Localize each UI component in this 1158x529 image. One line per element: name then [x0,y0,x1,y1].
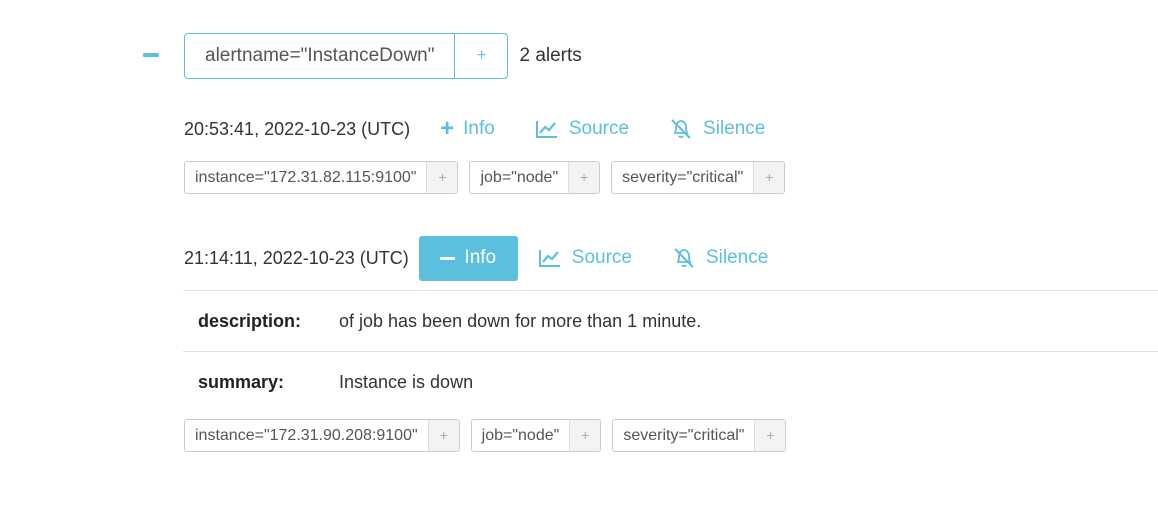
collapse-group-button[interactable] [141,44,161,66]
annotation-value: of job has been down for more than 1 min… [339,310,702,331]
info-button-label: Info [464,247,497,268]
source-button[interactable]: Source [538,247,632,269]
annotation-key: description: [198,310,302,331]
label-chip-add-button[interactable]: + [569,420,601,451]
group-label: alertname="InstanceDown" + [184,33,509,79]
label-chip: instance="172.31.82.115:9100" + [184,161,459,194]
minus-icon [143,53,159,57]
minus-icon [440,256,456,260]
silence-button[interactable]: Silence [669,118,765,140]
annotation-key: summary: [198,371,285,392]
annotation-value: Instance is down [339,371,474,392]
alert-count: 2 alerts [519,45,582,66]
label-chip-text[interactable]: severity="critical" [612,162,753,193]
label-chip-text[interactable]: instance="172.31.90.208:9100" [185,420,428,451]
annotations-table: description: of job has been down for mo… [183,290,1158,412]
label-chip: severity="critical" + [611,161,786,194]
label-chip-text[interactable]: job="node" [472,420,570,451]
group-label-add-button[interactable]: + [454,34,507,78]
label-chip-add-button[interactable]: + [754,420,786,451]
label-chip-add-button[interactable]: + [568,162,600,193]
silence-button-label: Silence [706,247,769,268]
alert-header-row: 20:53:41, 2022-10-23 (UTC) + Info Source… [184,106,785,152]
label-chip: job="node" + [470,419,602,452]
alert-labels: instance="172.31.90.208:9100" + job="nod… [184,419,787,452]
info-button[interactable]: + Info [440,117,495,141]
label-chip-add-button[interactable]: + [753,162,785,193]
annotation-row: summary: Instance is down [183,351,1158,412]
bell-slash-icon [671,119,691,139]
source-button[interactable]: Source [535,118,629,140]
alert-item: 21:14:11, 2022-10-23 (UTC) Info Source S… [184,235,768,281]
chart-line-icon [535,121,557,138]
bell-slash-icon [674,248,694,268]
source-button-label: Source [568,118,630,139]
annotation-row: description: of job has been down for mo… [183,290,1158,351]
label-chip: instance="172.31.90.208:9100" + [184,419,460,452]
label-chip-text[interactable]: severity="critical" [613,420,754,451]
alert-labels: instance="172.31.82.115:9100" + job="nod… [184,161,786,194]
group-header: alertname="InstanceDown" + 2 alerts [184,33,582,79]
alert-timestamp: 21:14:11, 2022-10-23 (UTC) [184,247,409,268]
alert-item: 20:53:41, 2022-10-23 (UTC) + Info Source… [184,106,786,194]
alert-group-page: alertname="InstanceDown" + 2 alerts 20:5… [0,0,1158,529]
alert-timestamp: 20:53:41, 2022-10-23 (UTC) [184,118,411,139]
group-label-text: alertname="InstanceDown" [205,45,435,66]
info-button-label: Info [463,118,495,139]
source-button-label: Source [571,247,632,268]
info-button-active[interactable]: Info [418,235,518,281]
chart-line-icon [538,250,560,267]
silence-button[interactable]: Silence [672,247,768,269]
label-chip-text[interactable]: job="node" [470,162,568,193]
label-chip: job="node" + [469,161,601,194]
label-chip-add-button[interactable]: + [427,420,459,451]
alert-labels-container: instance="172.31.90.208:9100" + job="nod… [184,419,787,452]
alert-header-row: 21:14:11, 2022-10-23 (UTC) Info Source S… [184,235,768,281]
label-chip-text[interactable]: instance="172.31.82.115:9100" [185,162,426,193]
plus-icon: + [440,115,455,142]
label-chip: severity="critical" + [612,419,787,452]
silence-button-label: Silence [703,118,766,139]
label-chip-add-button[interactable]: + [426,162,458,193]
